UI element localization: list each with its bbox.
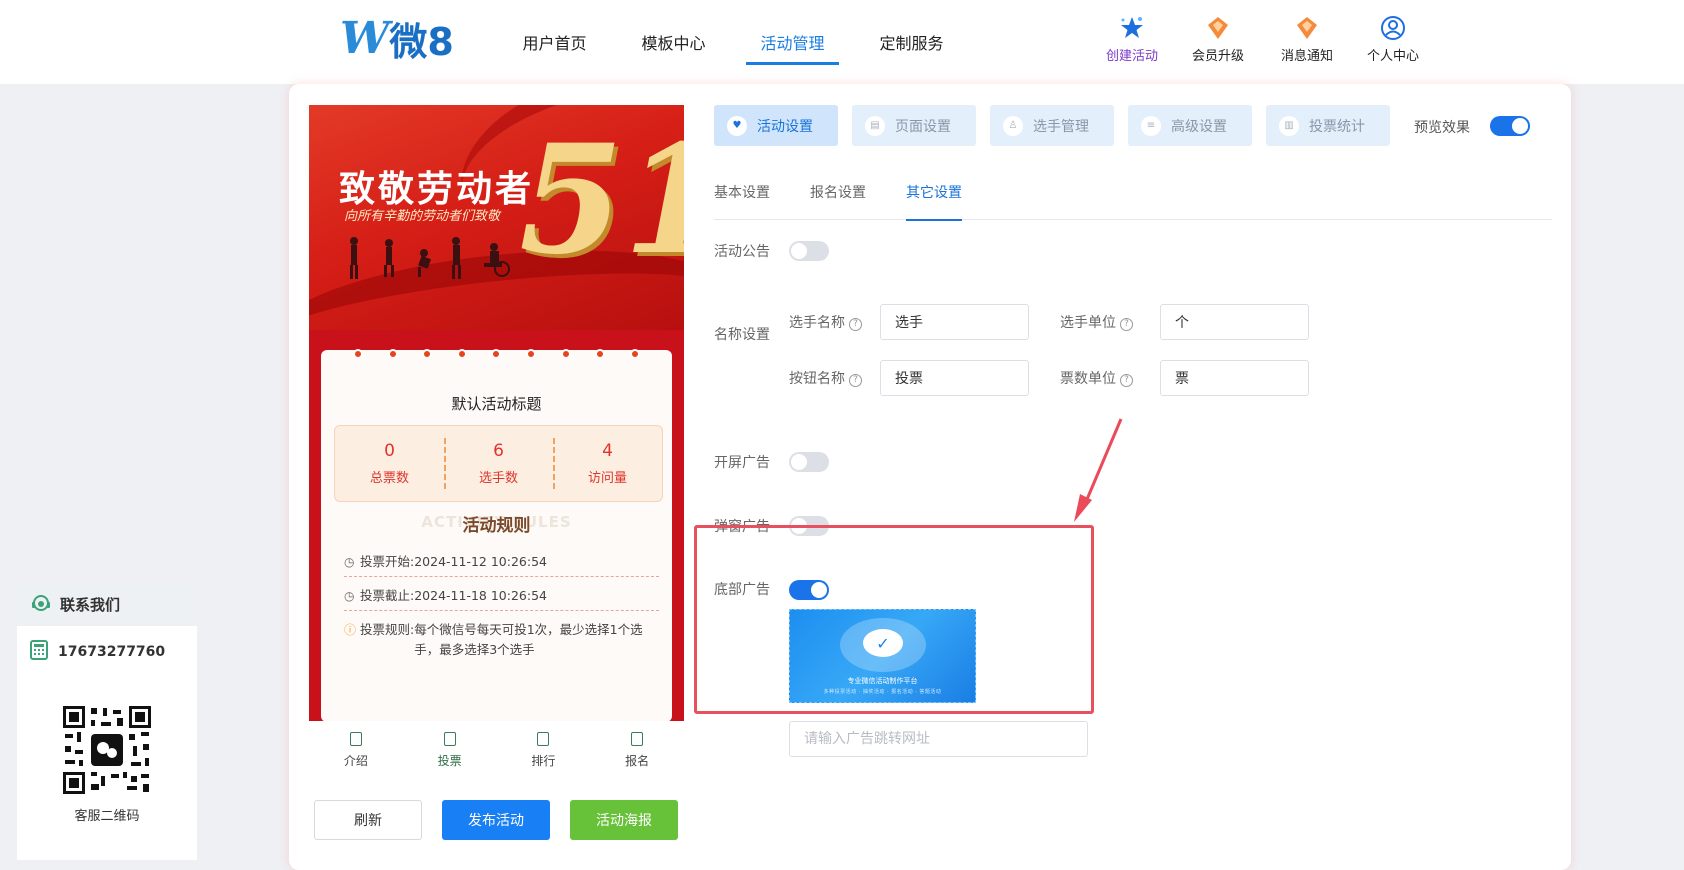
qr-code-icon [61,704,153,796]
phone-icon [30,640,48,664]
nav-user-home[interactable]: 用户首页 [495,0,614,84]
headset-icon [30,592,52,618]
nav-template-center[interactable]: 模板中心 [614,0,733,84]
logo-mark: W [340,12,389,64]
bell-badge-icon [1293,14,1321,42]
create-activity-button[interactable]: 创建活动 [1087,14,1177,64]
logo-text: 微8 [389,19,454,64]
logo[interactable]: W 微8 [340,12,454,64]
contact-phone-row: 17673277760 [17,640,197,664]
notifications-button[interactable]: 消息通知 [1262,14,1352,64]
user-circle-icon [1379,14,1407,42]
contact-title: 联系我们 [60,596,121,614]
profile-button[interactable]: 个人中心 [1348,14,1438,64]
profile-label: 个人中心 [1366,49,1419,64]
contact-header: 联系我们 [17,583,197,626]
contact-phone: 17673277760 [58,644,166,660]
annotation-arrow-icon [1074,418,1123,522]
main-panel: 51 致敬劳动者 向所有辛勤的劳动者们致敬 默认活动标题 0 总票数 [289,84,1571,870]
create-activity-label: 创建活动 [1105,49,1158,64]
main-nav: 用户首页 模板中心 活动管理 定制服务 [495,0,971,84]
qr-code-label: 客服二维码 [74,809,140,824]
notifications-label: 消息通知 [1280,49,1333,64]
nav-custom-service[interactable]: 定制服务 [852,0,971,84]
member-upgrade-button[interactable]: 会员升级 [1173,14,1263,64]
member-upgrade-label: 会员升级 [1191,49,1244,64]
top-navbar: W 微8 用户首页 模板中心 活动管理 定制服务 创建活动 会员升级 消息通知 … [0,0,1684,84]
contact-panel: 联系我们 17673277760 客服二维码 [17,583,197,860]
star-icon [1118,14,1146,42]
diamond-badge-icon [1204,14,1232,42]
nav-activity-management[interactable]: 活动管理 [733,0,852,84]
